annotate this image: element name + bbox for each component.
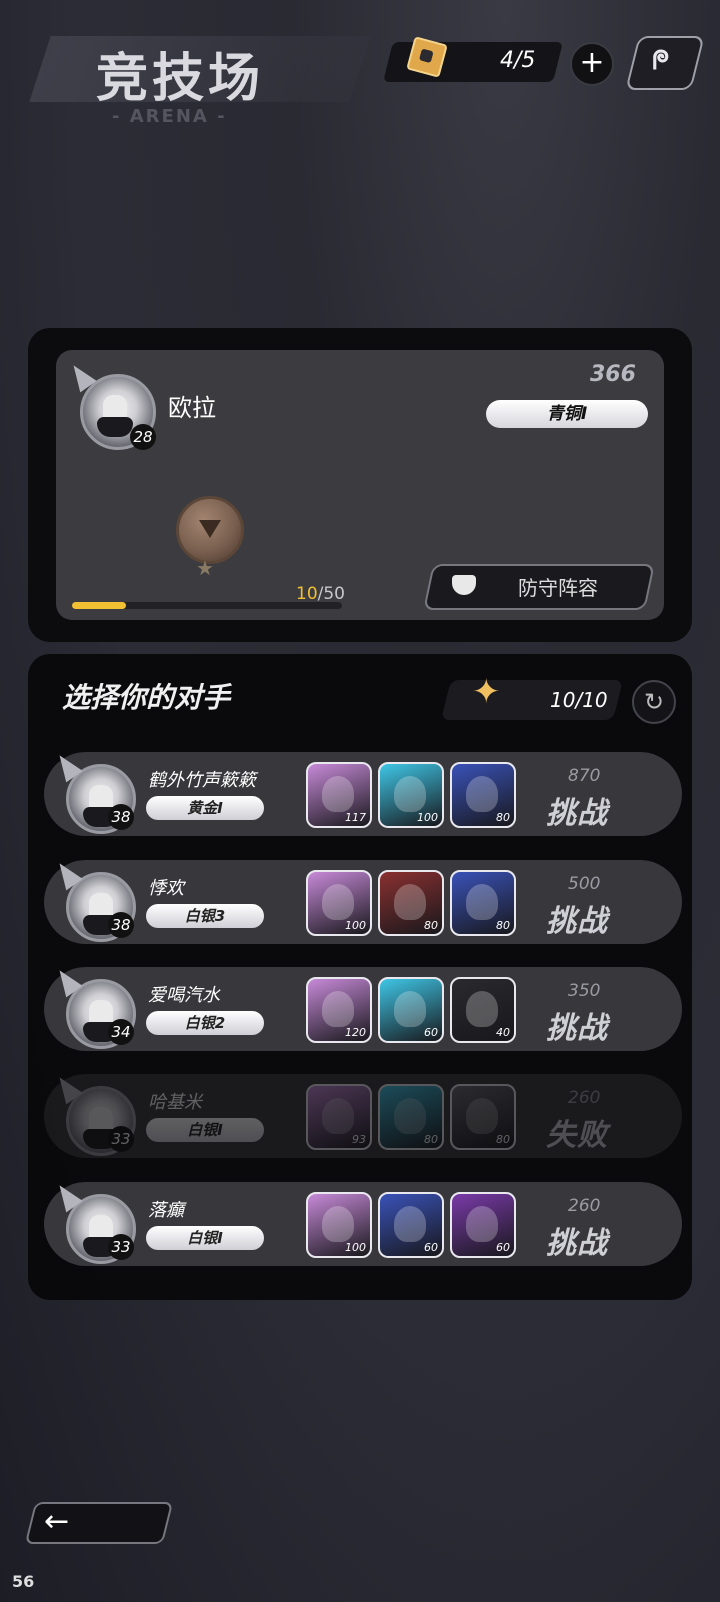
opponent-rank-badge: 白银I xyxy=(146,1118,264,1142)
hero-level: 100 xyxy=(345,1241,366,1254)
opponent-power: 500 xyxy=(568,874,601,894)
hero-figure-icon xyxy=(466,991,498,1027)
opponent-level-badge: 38 xyxy=(108,912,134,938)
hero-figure-icon xyxy=(394,991,426,1027)
hero-figure-icon xyxy=(466,776,498,812)
add-energy-button[interactable]: + xyxy=(570,42,614,86)
hero-level: 120 xyxy=(345,1026,366,1039)
hero-figure-icon xyxy=(322,776,354,812)
hero-level: 80 xyxy=(496,811,510,824)
hero-level: 80 xyxy=(424,1133,438,1146)
hero-level: 80 xyxy=(496,1133,510,1146)
challenge-button[interactable]: 挑战 xyxy=(546,896,608,940)
hero-portrait[interactable]: 117 xyxy=(306,762,372,828)
hero-figure-icon xyxy=(322,1206,354,1242)
hero-figure-icon xyxy=(394,1098,426,1134)
energy-value: 4/5 xyxy=(500,48,536,73)
player-rank-badge: 青铜I xyxy=(486,400,648,428)
opponent-level-badge: 34 xyxy=(108,1019,134,1045)
hero-portrait[interactable]: 80 xyxy=(450,1084,516,1150)
hero-portrait[interactable]: 80 xyxy=(378,870,444,936)
opponent-level-badge: 38 xyxy=(108,804,134,830)
hero-portrait[interactable]: 60 xyxy=(378,1192,444,1258)
exp-current: 10 xyxy=(296,584,318,604)
hero-level: 100 xyxy=(417,811,438,824)
opponent-name: 悸欢 xyxy=(148,878,184,899)
opponent-power: 260 xyxy=(568,1088,601,1108)
opponent-row[interactable]: 38 悸欢白银3 100 80 80 500 挑战 xyxy=(44,860,682,944)
opponent-row[interactable]: 38 鹤外竹声簌簌 黄金I 117 100 80 870 挑战 xyxy=(44,752,682,836)
hero-level: 80 xyxy=(496,919,510,932)
player-score: 366 xyxy=(590,362,636,387)
menu-button[interactable]: ᖘ xyxy=(625,36,705,90)
player-level-badge: 28 xyxy=(130,424,156,450)
opponent-rank-badge: 黄金I xyxy=(146,796,264,820)
challenge-button[interactable]: 挑战 xyxy=(546,1218,608,1262)
menu-icon: ᖘ xyxy=(652,46,670,76)
hero-level: 60 xyxy=(424,1241,438,1254)
hero-level: 93 xyxy=(352,1133,366,1146)
opponents-title: 选择你的对手 xyxy=(62,681,231,714)
opponent-row[interactable]: 34 爱喝汽水白银2 120 60 40 350 挑战 xyxy=(44,967,682,1051)
hero-figure-icon xyxy=(322,991,354,1027)
hero-level: 100 xyxy=(345,919,366,932)
hero-figure-icon xyxy=(394,1206,426,1242)
opponent-name: 哈基米 xyxy=(148,1092,202,1113)
opponent-power: 350 xyxy=(568,981,601,1001)
hero-portrait[interactable]: 60 xyxy=(450,1192,516,1258)
hero-level: 60 xyxy=(496,1241,510,1254)
opponent-level-badge: 33 xyxy=(108,1234,134,1260)
challenge-tickets-value: 10/10 xyxy=(550,688,608,712)
refresh-opponents-button[interactable]: ↻ xyxy=(632,680,676,724)
hero-portrait[interactable]: 80 xyxy=(450,870,516,936)
hero-portrait[interactable]: 120 xyxy=(306,977,372,1043)
hero-portrait[interactable]: 60 xyxy=(378,977,444,1043)
star-ticket-icon: ✦ xyxy=(472,672,501,712)
hero-level: 60 xyxy=(424,1026,438,1039)
opponent-name: 鹤外竹声簌簌 xyxy=(148,770,256,791)
hero-portrait[interactable]: 80 xyxy=(378,1084,444,1150)
opponent-name: 爱喝汽水 xyxy=(148,985,220,1006)
opponent-level-badge: 33 xyxy=(108,1126,134,1152)
hero-figure-icon xyxy=(466,1098,498,1134)
challenge-button[interactable]: 挑战 xyxy=(546,788,608,832)
hero-level: 80 xyxy=(424,919,438,932)
page-title: 竞技场 xyxy=(96,49,265,109)
challenge-button[interactable]: 挑战 xyxy=(546,1003,608,1047)
opponent-rank-badge: 白银3 xyxy=(146,904,264,928)
hero-figure-icon xyxy=(322,884,354,920)
hero-figure-icon xyxy=(466,884,498,920)
hero-figure-icon xyxy=(394,776,426,812)
hero-figure-icon xyxy=(322,1098,354,1134)
opponent-power: 870 xyxy=(568,766,601,786)
avatar-body xyxy=(97,417,133,437)
opponent-row[interactable]: 33 哈基米白银I 93 80 80 260 失败 xyxy=(44,1074,682,1158)
exp-progress-fill xyxy=(72,602,126,609)
fps-counter: 56 xyxy=(12,1572,35,1591)
hero-portrait[interactable]: 100 xyxy=(378,762,444,828)
hero-level: 117 xyxy=(345,811,366,824)
hero-portrait[interactable]: 40 xyxy=(450,977,516,1043)
medal-star-icon: ★ xyxy=(196,556,214,580)
bronze-medal-icon xyxy=(176,496,244,564)
opponent-name: 落癲 xyxy=(148,1200,184,1221)
opponent-row[interactable]: 33 落癲白银I 100 60 60 260 挑战 xyxy=(44,1182,682,1266)
opponent-rank-badge: 白银I xyxy=(146,1226,264,1250)
back-arrow-icon: ← xyxy=(44,1504,70,1539)
exp-progress-text: 10/50 xyxy=(296,584,345,604)
hero-portrait[interactable]: 100 xyxy=(306,870,372,936)
hero-figure-icon xyxy=(466,1206,498,1242)
hero-portrait[interactable]: 80 xyxy=(450,762,516,828)
opponent-rank-badge: 白银2 xyxy=(146,1011,264,1035)
defeated-label: 失败 xyxy=(546,1118,608,1153)
hero-portrait[interactable]: 100 xyxy=(306,1192,372,1258)
opponent-power: 260 xyxy=(568,1196,601,1216)
player-name: 欧拉 xyxy=(168,394,216,422)
hero-level: 40 xyxy=(496,1026,510,1039)
page-subtitle: - ARENA - xyxy=(112,106,227,127)
defense-lineup-label: 防守阵容 xyxy=(518,576,598,600)
exp-total: /50 xyxy=(317,584,345,604)
hero-portrait[interactable]: 93 xyxy=(306,1084,372,1150)
hero-figure-icon xyxy=(394,884,426,920)
